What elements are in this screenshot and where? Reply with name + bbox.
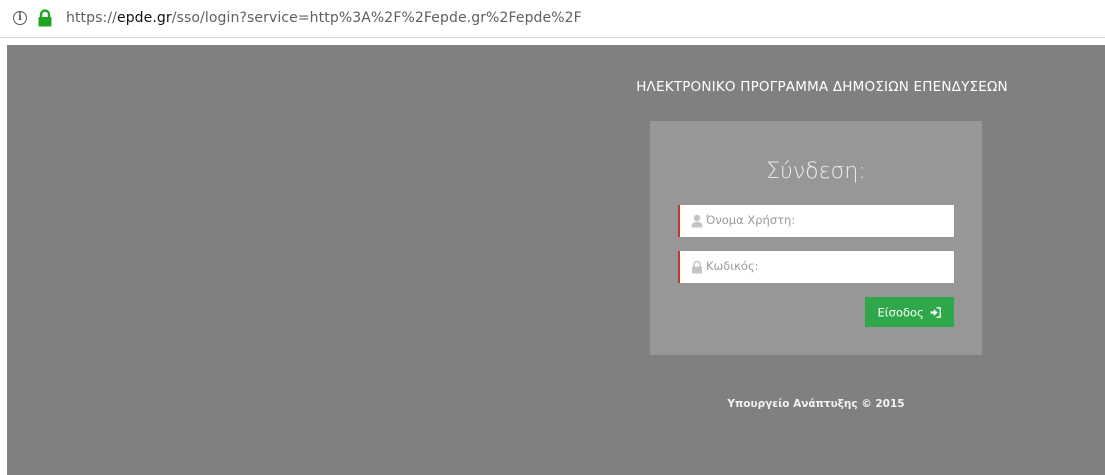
url-path: /sso/login?service=http%3A%2F%2Fepde.gr%…	[171, 10, 582, 26]
user-icon	[691, 214, 703, 228]
browser-address-bar[interactable]: i https://epde.gr/sso/login?service=http…	[0, 0, 1105, 38]
login-button[interactable]: Είσοδος	[865, 297, 954, 327]
login-panel: Σύνδεση: Είσοδος	[650, 121, 982, 355]
footer-copyright: Υπουργείο Ανάπτυξης © 2015	[727, 398, 905, 410]
info-icon[interactable]: i	[13, 11, 27, 25]
username-input[interactable]	[706, 205, 946, 235]
url-domain: epde.gr	[116, 10, 172, 26]
url-scheme: https://	[66, 10, 117, 26]
lock-icon	[38, 9, 52, 27]
sign-in-icon	[930, 306, 942, 318]
url-text[interactable]: https://epde.gr/sso/login?service=http%3…	[66, 10, 582, 26]
login-button-label: Είσοδος	[877, 305, 924, 320]
password-input[interactable]	[706, 251, 946, 281]
site-title: ΗΛΕΚΤΡΟΝΙΚΟ ΠΡΟΓΡΑΜΜΑ ΔΗΜΟΣΙΩΝ ΕΠΕΝΔΥΣΕΩ…	[636, 79, 1008, 95]
lock-icon	[692, 260, 702, 274]
password-field[interactable]	[678, 251, 954, 283]
login-heading: Σύνδεση:	[766, 159, 866, 184]
username-field[interactable]	[678, 205, 954, 237]
